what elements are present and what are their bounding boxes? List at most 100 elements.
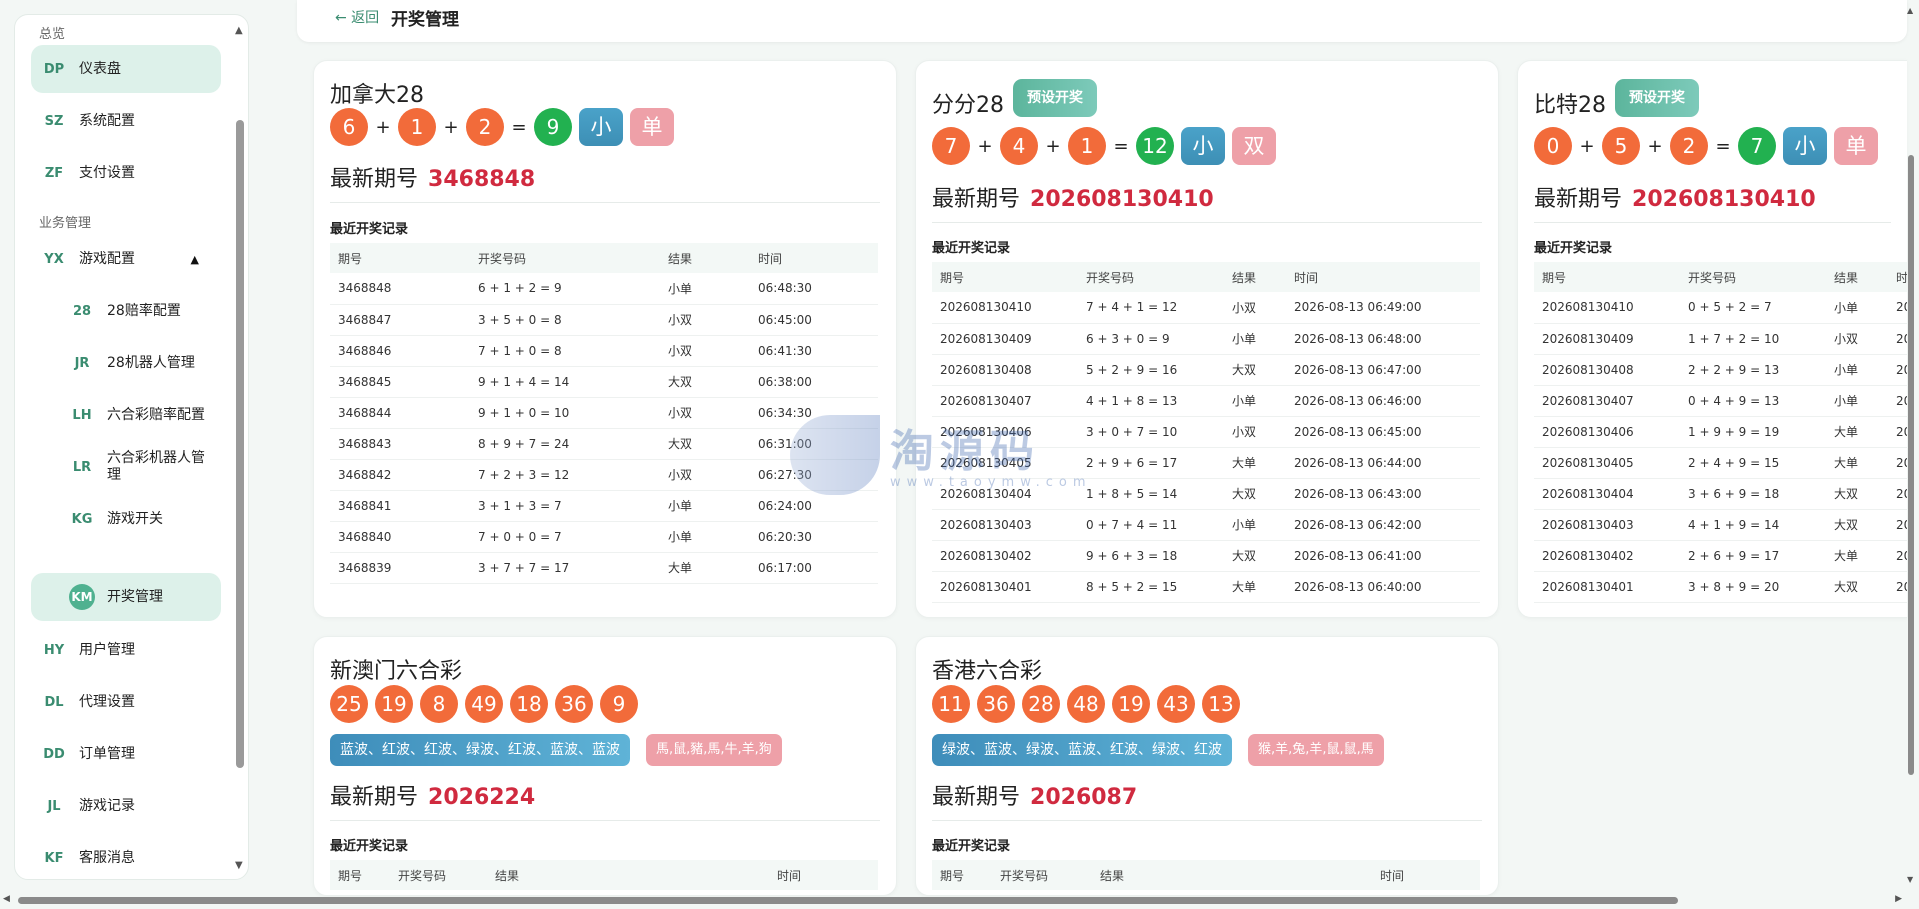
sidebar-item-label: 28赔率配置 [107, 302, 181, 319]
records-table: 期号 开奖号码 结果 时间 [330, 860, 878, 890]
table-row: 3468844 9 + 1 + 0 = 10 小双 06:34:30 [330, 397, 878, 429]
col-result: 结果 [660, 243, 750, 273]
sidebar-item-game-switch[interactable]: KG 游戏开关 [31, 495, 221, 543]
cell-numbers: 3 + 8 + 9 = 20 [1680, 571, 1826, 603]
plus-sign: + [1647, 135, 1663, 157]
scroll-right-icon[interactable]: ▶ [1895, 894, 1902, 904]
cell-time: 2026-08-13 06:43:00 [1286, 478, 1480, 510]
table-row: 2026081304043 + 6 + 9 = 18大双20 [1534, 478, 1907, 510]
divider [1534, 222, 1891, 223]
col-period: 期号 [932, 860, 992, 890]
zodiac-tag: 馬,鼠,豬,馬,牛,羊,狗 [646, 734, 782, 766]
col-period: 期号 [330, 243, 470, 273]
size-tag: 小 [579, 108, 623, 146]
sidebar-item-28-odds[interactable]: 28 28赔率配置 [31, 287, 221, 335]
sidebar-item-label: 订单管理 [79, 745, 135, 762]
robot-28-icon: JR [74, 355, 90, 371]
sidebar-item-agent[interactable]: DL 代理设置 [31, 678, 221, 726]
sidebar-scrollbar[interactable]: ▲ ▼ [234, 25, 246, 871]
scroll-up-icon[interactable]: ▲ [235, 25, 243, 36]
table-row: 202608130405 2 + 9 + 6 = 17 大单 2026-08-13 0… [932, 447, 1480, 479]
table-row: 3468848 6 + 1 + 2 = 9 小单 06:48:30 [330, 273, 878, 305]
table-row: 202608130402 9 + 6 + 3 = 18 大双 2026-08-13 0… [932, 540, 1480, 572]
page-hscroll-thumb[interactable] [18, 897, 1678, 904]
page-scroll-thumb[interactable] [1908, 155, 1914, 775]
back-link[interactable]: ← 返回 [335, 7, 379, 27]
cell-result: 大双 [660, 428, 750, 460]
cell-period: 202608130404 [932, 478, 1078, 510]
result-ball: 19 [375, 685, 413, 723]
page-vertical-scrollbar[interactable]: ▲ ▼ [1905, 0, 1917, 890]
result-ball: 19 [1112, 685, 1150, 723]
cell-result: 小单 [660, 490, 750, 522]
cell-time: 06:24:00 [750, 490, 878, 522]
table-row: 2026081304034 + 1 + 9 = 14大双20 [1534, 509, 1907, 541]
parity-tag: 单 [630, 108, 674, 146]
records-title: 最近开奖记录 [932, 839, 1011, 854]
cell-period: 3468844 [330, 397, 470, 429]
cell-numbers: 5 + 2 + 9 = 16 [1078, 354, 1224, 386]
sidebar-item-dashboard[interactable]: DP 仪表盘 [31, 45, 221, 93]
equals-sign: = [1113, 135, 1129, 157]
game-name: 加拿大28 [330, 83, 424, 108]
cell-numbers: 7 + 1 + 0 = 8 [470, 335, 660, 367]
game-card-hk-lhc: 香港六合彩 11 36 28 48 19 43 13 绿波、蓝波、绿波、蓝波、红… [915, 636, 1499, 896]
dashboard-icon: DP [43, 61, 65, 77]
sidebar-item-draw-management[interactable]: KM 开奖管理 [31, 573, 221, 621]
sidebar-item-users[interactable]: HY 用户管理 [31, 626, 221, 674]
result-ball: 9 [600, 685, 638, 723]
col-numbers: 开奖号码 [470, 243, 660, 273]
cell-time: 06:45:00 [750, 304, 878, 336]
preset-draw-button[interactable]: 预设开奖 [1013, 79, 1097, 117]
cell-time: 2026-08-13 06:44:00 [1286, 447, 1480, 479]
col-period: 期号 [1534, 262, 1680, 292]
cell-result: 大单 [1826, 416, 1888, 448]
cell-result: 大双 [660, 366, 750, 398]
result-ball: 6 [330, 108, 368, 146]
game-name: 比特28 [1534, 93, 1606, 118]
cell-period: 202608130410 [932, 292, 1078, 324]
game-switch-icon: KG [71, 511, 93, 527]
cell-numbers: 0 + 7 + 4 = 11 [1078, 509, 1224, 541]
page-horizontal-scrollbar[interactable]: ◀ ▶ [0, 893, 1905, 907]
scroll-down-icon[interactable]: ▼ [235, 860, 243, 871]
users-icon: HY [43, 642, 65, 658]
sidebar-item-label: 支付设置 [79, 164, 135, 181]
sidebar-item-label: 开奖管理 [107, 588, 163, 605]
sidebar-item-label: 系统配置 [79, 112, 135, 129]
result-ball: 18 [510, 685, 548, 723]
scroll-down-icon[interactable]: ▼ [1907, 875, 1913, 884]
draw-result: 6 + 1 + 2 = 9 小 单 [330, 108, 674, 146]
latest-period-value: 2026087 [1030, 785, 1138, 810]
sidebar-item-support[interactable]: KF 客服消息 [31, 834, 221, 879]
result-ball: 2 [1670, 127, 1708, 165]
sidebar-scroll-thumb[interactable] [236, 120, 244, 768]
sidebar-item-lhc-robot[interactable]: LR 六合彩机器人管 理 [31, 443, 221, 491]
col-numbers: 开奖号码 [1680, 262, 1826, 292]
latest-period: 最新期号 202608130410 [932, 181, 1214, 213]
preset-draw-button[interactable]: 预设开奖 [1615, 79, 1699, 117]
cell-period: 202608130406 [1534, 416, 1680, 448]
sidebar-item-28-robot[interactable]: JR 28机器人管理 [31, 339, 221, 387]
result-ball: 7 [932, 127, 970, 165]
result-ball: 43 [1157, 685, 1195, 723]
sidebar-item-orders[interactable]: DD 订单管理 [31, 730, 221, 778]
cell-numbers: 7 + 4 + 1 = 12 [1078, 292, 1224, 324]
sidebar-item-game-config[interactable]: YX 游戏配置 ▲ [31, 235, 221, 283]
sidebar-item-lhc-odds[interactable]: LH 六合彩赔率配置 [31, 391, 221, 439]
sidebar-item-game-records[interactable]: JL 游戏记录 [31, 782, 221, 830]
cell-time: 2026-08-13 06:42:00 [1286, 509, 1480, 541]
scroll-up-icon[interactable]: ▲ [1907, 6, 1913, 15]
zodiac-tag: 猴,羊,兔,羊,鼠,鼠,馬 [1248, 734, 1384, 766]
sidebar-item-system-config[interactable]: SZ 系统配置 [31, 97, 221, 145]
result-ball: 36 [555, 685, 593, 723]
parity-tag: 双 [1232, 127, 1276, 165]
table-row: 202608130403 0 + 7 + 4 = 11 小单 2026-08-13 0… [932, 509, 1480, 541]
result-ball: 49 [465, 685, 503, 723]
cell-numbers: 0 + 4 + 9 = 13 [1680, 385, 1826, 417]
payment-icon: ZF [44, 165, 64, 181]
sidebar-item-payment[interactable]: ZF 支付设置 [31, 149, 221, 197]
game-card-macau-lhc: 新澳门六合彩 25 19 8 49 18 36 9 蓝波、红波、红波、绿波、红波… [313, 636, 897, 896]
scroll-left-icon[interactable]: ◀ [3, 894, 10, 904]
col-time: 时间 [1286, 262, 1480, 292]
